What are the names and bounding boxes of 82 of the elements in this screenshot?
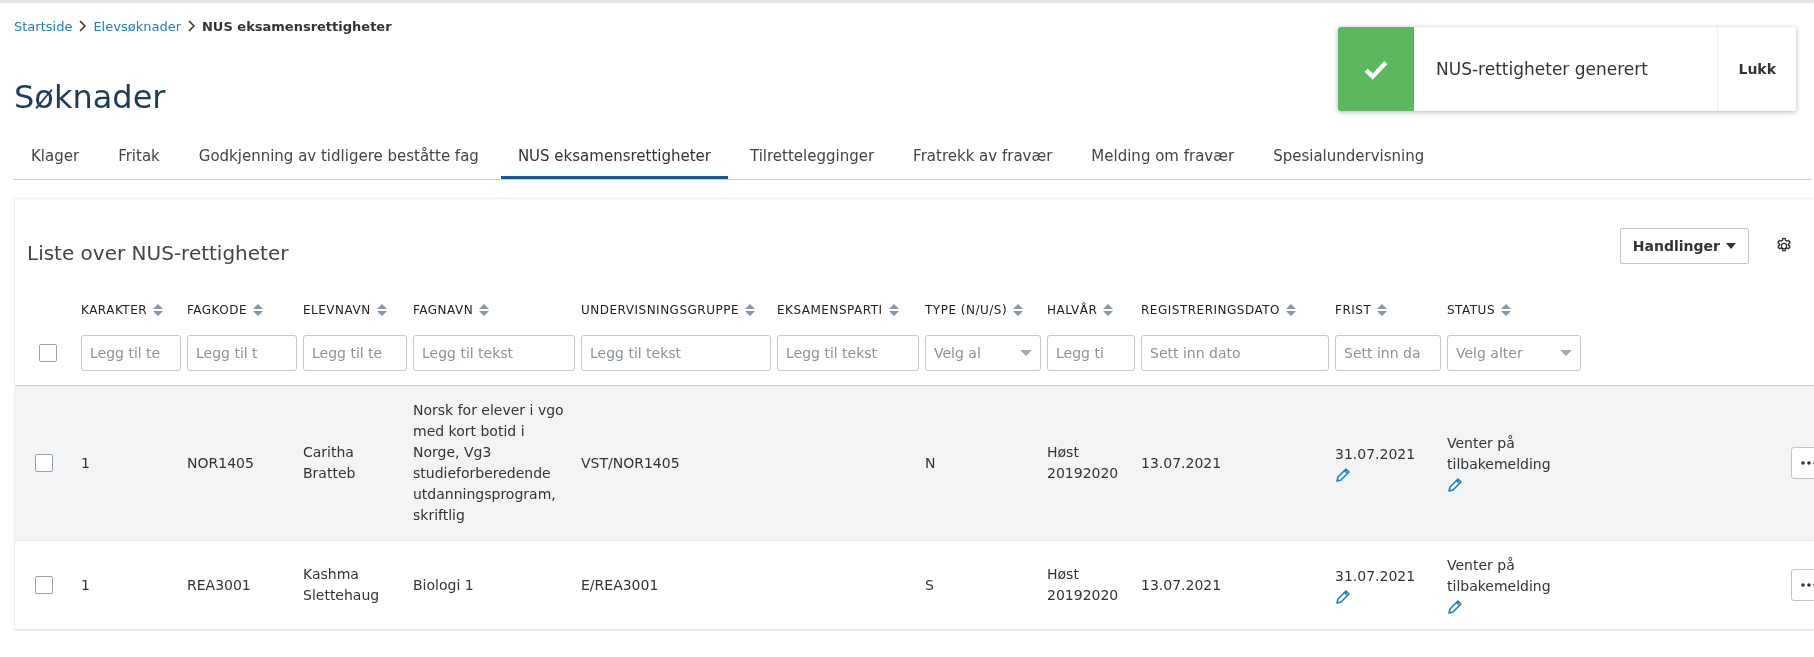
column-header[interactable]: HALVÅR bbox=[1047, 303, 1098, 317]
caret-icon bbox=[1560, 350, 1572, 356]
column-header[interactable]: REGISTRERINGSDATO bbox=[1141, 303, 1280, 317]
input-field[interactable]: Legg til tekst bbox=[581, 335, 771, 371]
table-cell-text: Biologi 1 bbox=[413, 575, 474, 595]
column-header[interactable]: TYPE (N/U/S) bbox=[925, 303, 1008, 317]
table-cell-text: VST/NOR1405 bbox=[581, 453, 680, 473]
table-cell-text: N bbox=[925, 453, 936, 473]
ellipsis-icon bbox=[1801, 583, 1814, 587]
sort-icon[interactable] bbox=[888, 304, 899, 316]
tab[interactable]: Klager bbox=[14, 139, 97, 179]
breadcrumb-link[interactable]: Startside bbox=[14, 18, 73, 34]
table-cell-text: 31.07.2021 bbox=[1335, 566, 1416, 586]
caret-icon bbox=[1020, 350, 1032, 356]
table-cell-text: 1 bbox=[81, 575, 90, 595]
actions-dropdown-button[interactable]: Handlinger bbox=[1619, 228, 1749, 264]
sort-icon[interactable] bbox=[745, 304, 755, 316]
tab[interactable]: Tilrettelegginger bbox=[733, 139, 892, 179]
column-header[interactable]: STATUS bbox=[1447, 303, 1496, 317]
sort-icon[interactable] bbox=[1286, 304, 1296, 316]
table-cell-text: Kashma Slettehaug bbox=[303, 565, 381, 605]
table-row[interactable]: 1 NOR1405 Caritha Bratteb Norsk for elever i vgo med kort botid i Norge, Vg3 studieforberedende utdanningsprogram, skriftlig VST/NOR1405 N Høst 20192020 13.07.2021 31.07.2021 Venter på tilbakemelding bbox=[15, 386, 1814, 541]
input-field[interactable]: Legg til t bbox=[187, 335, 297, 371]
checkbox[interactable] bbox=[39, 344, 57, 362]
ellipsis-icon bbox=[1801, 461, 1814, 465]
column-header[interactable]: FAGNAVN bbox=[413, 303, 474, 317]
table-cell-text: Caritha Bratteb bbox=[303, 443, 357, 483]
sort-icon[interactable] bbox=[1501, 304, 1512, 316]
tab[interactable]: Spesialundervisning bbox=[1256, 139, 1442, 179]
table-cell-text: REA3001 bbox=[187, 575, 251, 595]
input-field[interactable]: Legg til tekst bbox=[413, 335, 575, 371]
caret-icon bbox=[1726, 243, 1736, 249]
table-cell-text: 1 bbox=[81, 453, 90, 473]
tab[interactable]: NUS eksamensrettigheter bbox=[500, 139, 728, 179]
tab[interactable]: Fratrekk av fravær bbox=[896, 139, 1070, 179]
column-header[interactable]: KARAKTER bbox=[81, 303, 148, 317]
close-button[interactable]: Lukk bbox=[1717, 27, 1796, 111]
pencil-icon[interactable] bbox=[1335, 466, 1351, 483]
pencil-icon[interactable] bbox=[1335, 588, 1351, 605]
sort-icon[interactable] bbox=[1103, 304, 1114, 316]
pencil-icon[interactable] bbox=[1447, 599, 1463, 615]
page-title: Søknader bbox=[14, 77, 166, 117]
table-cell-text: 31.07.2021 bbox=[1335, 444, 1416, 464]
input-field[interactable]: Legg til tekst bbox=[777, 335, 919, 371]
sort-icon[interactable] bbox=[1013, 304, 1024, 316]
table-cell-text: Norsk for elever i vgo med kort botid i Norge, Vg3 studieforberedende utdanningsprogram, skriftlig bbox=[413, 401, 565, 525]
pencil-icon[interactable] bbox=[1447, 477, 1463, 493]
sort-icon[interactable] bbox=[1377, 304, 1388, 316]
card-title: Liste over NUS-rettigheter bbox=[27, 241, 289, 265]
date-field[interactable]: Sett inn dato bbox=[1141, 335, 1329, 371]
sort-icon[interactable] bbox=[153, 304, 164, 316]
date-field[interactable]: Sett inn da bbox=[1335, 335, 1441, 371]
table-cell-text: 13.07.2021 bbox=[1141, 575, 1222, 595]
chevron-icon bbox=[78, 20, 88, 32]
breadcrumb-link[interactable]: Elevsøknader bbox=[93, 18, 181, 34]
checkbox[interactable] bbox=[35, 576, 53, 594]
column-header[interactable]: FRIST bbox=[1335, 303, 1372, 317]
toast-message: NUS-rettigheter generert bbox=[1435, 58, 1649, 81]
input-field[interactable]: Legg til te bbox=[81, 335, 181, 371]
tab[interactable]: Fritak bbox=[101, 139, 177, 179]
tab[interactable]: Melding om fravær bbox=[1074, 139, 1252, 179]
table-cell-text: S bbox=[925, 575, 934, 595]
table-cell-text: Høst 20192020 bbox=[1047, 443, 1120, 483]
sort-icon[interactable] bbox=[376, 304, 387, 316]
table-cell-text: NOR1405 bbox=[187, 453, 254, 473]
column-header[interactable]: FAGKODE bbox=[187, 303, 248, 317]
column-header[interactable]: ELEVNAVN bbox=[303, 303, 371, 317]
column-header[interactable]: UNDERVISNINGSGRUPPE bbox=[581, 303, 739, 317]
table-cell-text: 13.07.2021 bbox=[1141, 453, 1222, 473]
checkbox[interactable] bbox=[35, 454, 53, 472]
chevron-icon bbox=[187, 20, 196, 32]
table-cell-text: Venter på tilbakemelding bbox=[1447, 556, 1552, 596]
tab[interactable]: Godkjenning av tidligere beståtte fag bbox=[181, 139, 496, 179]
sort-icon[interactable] bbox=[253, 304, 264, 316]
table-cell-text: Høst 20192020 bbox=[1047, 565, 1120, 605]
table-cell-text: E/REA3001 bbox=[581, 575, 659, 595]
input-field[interactable]: Legg ti bbox=[1047, 335, 1135, 371]
breadcrumb-current: NUS eksamensrettigheter bbox=[202, 18, 392, 34]
input-field[interactable]: Legg til te bbox=[303, 335, 407, 371]
table-cell-text: Venter på tilbakemelding bbox=[1447, 434, 1552, 474]
column-header[interactable]: EKSAMENSPARTI bbox=[777, 303, 883, 317]
sort-icon[interactable] bbox=[479, 304, 490, 316]
